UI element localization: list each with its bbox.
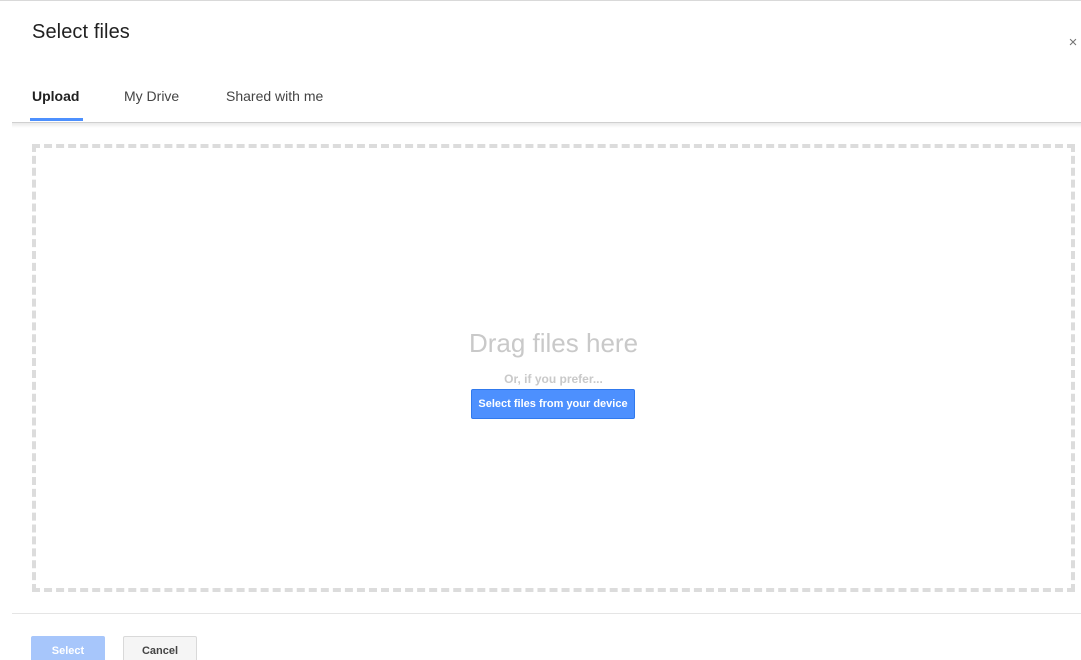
cancel-button[interactable]: Cancel bbox=[123, 636, 197, 660]
close-icon[interactable]: × bbox=[1066, 35, 1080, 51]
dialog-title: Select files bbox=[32, 21, 130, 43]
tab-upload[interactable]: Upload bbox=[32, 88, 79, 104]
select-files-dialog: Select files × Upload My Drive Shared wi… bbox=[0, 0, 1081, 660]
drop-zone[interactable]: Drag files here Or, if you prefer... Sel… bbox=[32, 144, 1075, 592]
select-from-device-button[interactable]: Select files from your device bbox=[471, 389, 635, 419]
active-tab-indicator bbox=[30, 118, 83, 121]
tab-shadow bbox=[12, 122, 1081, 128]
tab-my-drive[interactable]: My Drive bbox=[124, 88, 179, 104]
footer-divider bbox=[12, 613, 1081, 614]
tab-bar: Upload My Drive Shared with me bbox=[0, 69, 1081, 123]
tab-shared-with-me[interactable]: Shared with me bbox=[226, 88, 323, 104]
drop-zone-heading: Drag files here bbox=[468, 328, 639, 358]
select-button[interactable]: Select bbox=[31, 636, 105, 660]
drop-zone-subtext: Or, if you prefer... bbox=[504, 372, 603, 386]
